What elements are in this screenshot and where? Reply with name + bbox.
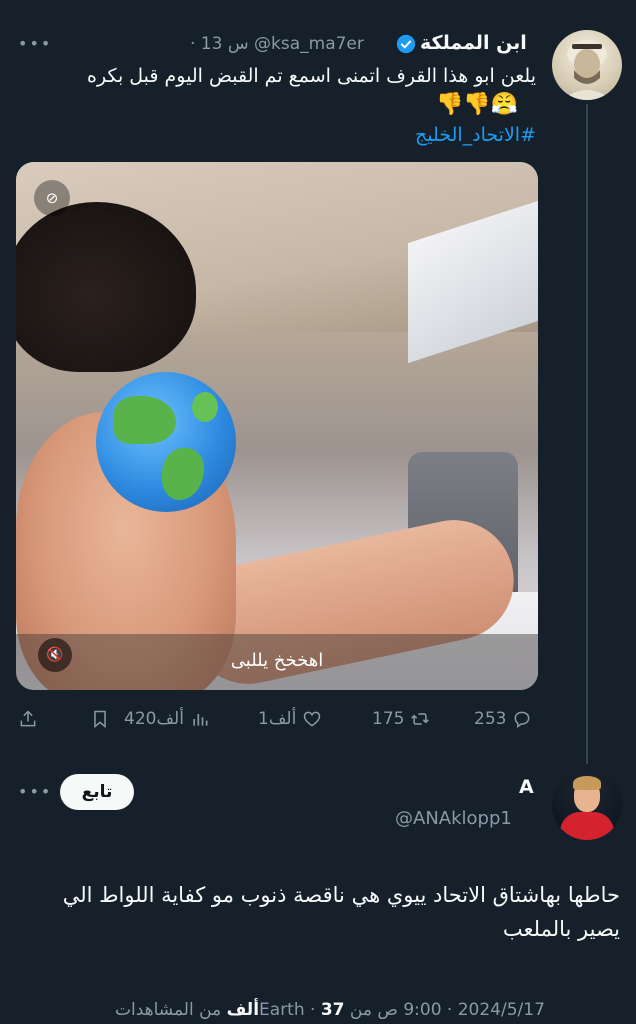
post-meta: 2024/5/17 · 9:00 ص من Earth · 37ألف من ا… <box>115 1000 545 1020</box>
verified-badge-icon <box>396 34 416 54</box>
time-label: · 13 س <box>190 34 249 54</box>
reply-author-avatar[interactable] <box>552 770 622 840</box>
tweet-video[interactable]: ⊘ اهخخخ يللبى 🔇 <box>16 162 538 690</box>
views-count: 420ألف <box>124 709 184 729</box>
views-button[interactable]: 420ألف <box>124 708 210 730</box>
retweet-button[interactable]: 175 <box>372 708 430 730</box>
more-options-icon[interactable]: ••• <box>18 34 52 53</box>
heart-icon <box>304 711 321 727</box>
globe-emoji-icon <box>96 372 236 512</box>
meta-views-label: من المشاهدات <box>115 1000 222 1020</box>
mute-icon[interactable]: 🔇 <box>38 638 72 672</box>
analytics-icon <box>193 714 208 726</box>
like-count: 1ألف <box>258 709 297 729</box>
handle-label: @ksa_ma7er <box>254 34 364 54</box>
author-handle-time[interactable]: · 13 س @ksa_ma7er <box>190 34 364 54</box>
reply-text: حاطها بهاشتاق الاتحاد ييوي هي ناقصة ذنوب… <box>62 883 620 941</box>
retweet-icon <box>411 713 430 725</box>
reply-author-name[interactable]: A <box>519 776 534 798</box>
share-button[interactable] <box>18 708 38 730</box>
meta-date-time: 2024/5/17 · 9:00 ص من Earth · <box>259 1000 545 1020</box>
alt-hide-icon[interactable]: ⊘ <box>34 180 70 216</box>
like-button[interactable]: 1ألف <box>258 708 322 730</box>
thread-line <box>586 104 588 764</box>
video-caption: اهخخخ يللبى <box>230 650 324 671</box>
reply-icon <box>515 711 530 728</box>
share-icon <box>20 710 36 727</box>
avatar-portrait-icon <box>562 40 612 100</box>
reply-author-handle[interactable]: @ANAklopp1 <box>395 808 512 829</box>
follow-button[interactable]: تابع <box>60 774 134 810</box>
tweet-text: يلعن ابو هذا القرف اتمنى اسمع تم القبض ا… <box>87 65 536 87</box>
bookmark-button[interactable] <box>90 708 110 730</box>
author-avatar[interactable] <box>552 30 622 100</box>
bookmark-icon <box>94 710 106 729</box>
tweet-emojis: 👎👎😤 <box>436 92 519 117</box>
reply-button[interactable]: 253 <box>474 708 532 730</box>
retweet-count: 175 <box>372 709 405 729</box>
author-name[interactable]: ابن المملكة <box>420 32 527 54</box>
reply-count: 253 <box>474 709 507 729</box>
reply-more-options-icon[interactable]: ••• <box>18 782 52 801</box>
hashtag-link[interactable]: #الاتحاد_الخليج <box>415 124 536 146</box>
